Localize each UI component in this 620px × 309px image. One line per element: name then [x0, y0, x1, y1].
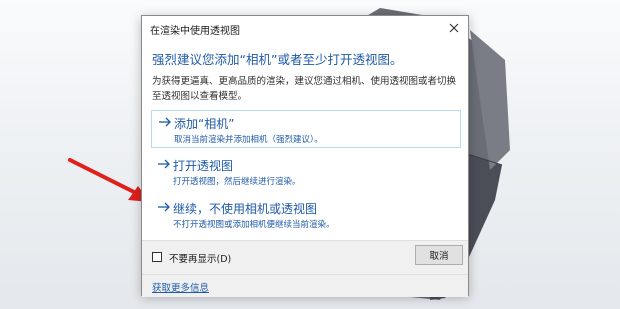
- open-perspective-title: 打开透视图: [173, 159, 234, 173]
- dialog-footer: 不要再显示(D) 取消 获取更多信息: [142, 240, 468, 297]
- close-icon: [449, 23, 459, 33]
- right-arrow-icon: [158, 159, 170, 169]
- dont-show-again-checkbox[interactable]: [152, 252, 162, 262]
- right-arrow-icon: [159, 117, 171, 127]
- dialog-title: 在渲染中使用透视图: [150, 26, 240, 37]
- add-camera-command[interactable]: 添加“相机” 取消当前渲染并添加相机（强烈建议）。: [151, 110, 461, 148]
- right-arrow-icon: [158, 202, 170, 212]
- continue-note: 不打开透视图或添加相机便继续当前渲染。: [173, 220, 335, 230]
- open-perspective-command[interactable]: 打开透视图 打开透视图，然后继续进行渲染。: [151, 153, 461, 191]
- open-perspective-note: 打开透视图，然后继续进行渲染。: [173, 177, 301, 187]
- footer-divider: [142, 274, 468, 275]
- cancel-button[interactable]: 取消: [415, 245, 463, 265]
- main-instruction: 强烈建议您添加“相机”或者至少打开透视图。: [152, 52, 403, 67]
- continue-title: 继续，不使用相机或透视图: [173, 202, 318, 216]
- perspective-render-dialog: 在渲染中使用透视图 强烈建议您添加“相机”或者至少打开透视图。 为获得更逼真、更…: [141, 15, 469, 297]
- close-button[interactable]: [442, 18, 466, 38]
- add-camera-note: 取消当前渲染并添加相机（强烈建议）。: [174, 135, 323, 145]
- dialog-titlebar[interactable]: 在渲染中使用透视图: [142, 16, 468, 42]
- dont-show-again-label[interactable]: 不要再显示(D): [169, 251, 231, 265]
- more-info-link[interactable]: 获取更多信息: [152, 280, 209, 294]
- add-camera-title: 添加“相机”: [174, 117, 235, 131]
- continue-without-camera-command[interactable]: 继续，不使用相机或透视图 不打开透视图或添加相机便继续当前渲染。: [151, 196, 461, 234]
- content-text: 为获得更逼真、更高品质的渲染，建议您通过相机、使用透视图或者切换至透视图以查看模…: [152, 76, 457, 102]
